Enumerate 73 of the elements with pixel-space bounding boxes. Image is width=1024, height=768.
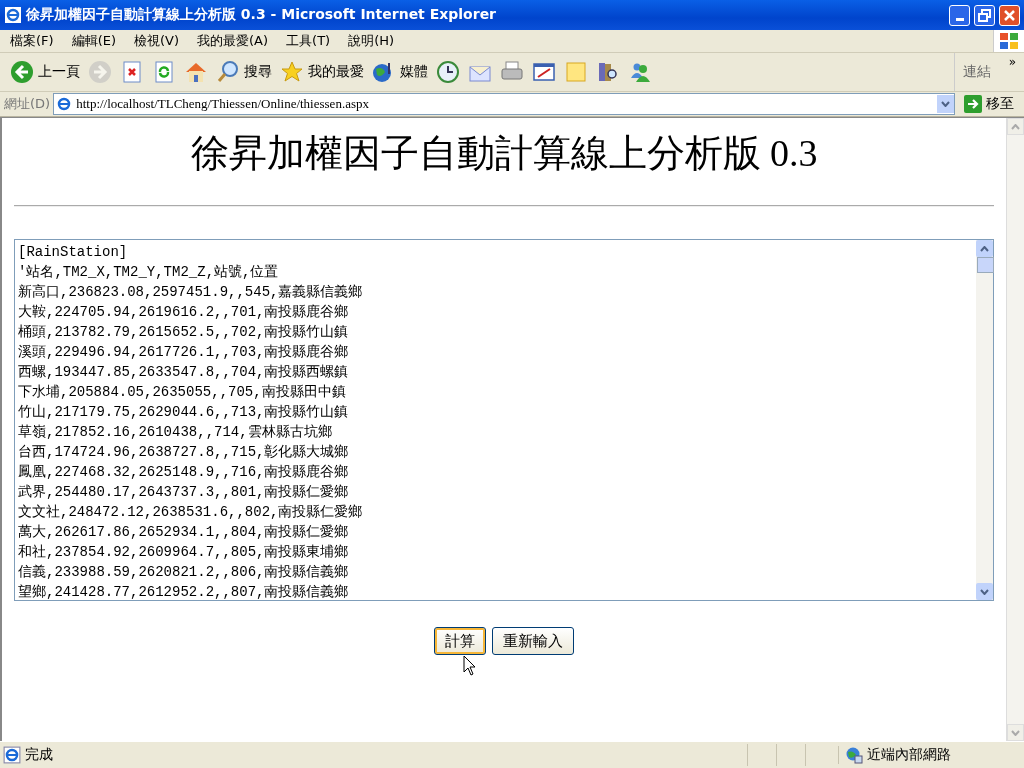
- home-icon: [184, 60, 208, 84]
- go-button[interactable]: 移至: [958, 95, 1020, 113]
- form-button[interactable]: 計算: [434, 627, 486, 655]
- mouse-pointer-icon: [463, 655, 477, 677]
- close-button[interactable]: [999, 4, 1020, 26]
- network-globe-icon: [845, 746, 863, 764]
- close-icon: [1003, 8, 1016, 22]
- browser-logo-icon: [4, 6, 22, 24]
- scroll-up-button[interactable]: [976, 240, 993, 257]
- minimize-button[interactable]: [949, 4, 970, 26]
- menu-item[interactable]: 說明(H): [342, 32, 401, 50]
- text-line: 新高口,236823.08,2597451.9,,545,嘉義縣信義鄉: [18, 283, 364, 302]
- arrow-icon: [964, 95, 982, 113]
- menu-item[interactable]: 編輯(E): [65, 32, 122, 50]
- text-line: 望鄉,241428.77,2612952.2,,807,南投縣信義鄉: [18, 583, 350, 600]
- text-line: '站名,TM2_X,TM2_Y,TM2_Z,站號,位置: [18, 263, 280, 282]
- text-line: 下水埔,205884.05,2635055,,705,南投縣田中鎮: [18, 383, 347, 402]
- chevron-down-icon: [941, 101, 950, 107]
- address-field[interactable]: http://localhost/TLCheng/Thiessen/Online/thiessen.aspx: [53, 93, 955, 115]
- text-line: 竹山,217179.75,2629044.6,,713,南投縣竹山鎮: [18, 403, 350, 422]
- text-line: 和社,237854.92,2609964.7,,805,南投縣東埔鄉: [18, 543, 350, 562]
- menu-item[interactable]: 工具(T): [280, 32, 337, 50]
- chevron-up-icon: [1011, 123, 1020, 130]
- favorites-icon: [280, 60, 304, 84]
- links-label[interactable]: 連結: [962, 63, 991, 81]
- note-icon: [564, 60, 588, 84]
- media-button[interactable]: 媒體: [368, 58, 432, 86]
- restore-icon: [978, 8, 991, 22]
- text-line: 西螺,193447.85,2633547.8,,704,南投縣西螺鎮: [18, 363, 350, 382]
- page-heading: 徐昇加權因子自動計算線上分析版 0.3: [189, 131, 819, 176]
- menu-item[interactable]: 檢視(V): [128, 32, 186, 50]
- chevron-button[interactable]: »: [1008, 55, 1016, 69]
- back-button[interactable]: 上一頁: [6, 58, 84, 86]
- window-title: 徐昇加權因子自動計算線上分析版 0.3 - Microsoft Internet Explorer: [26, 6, 498, 24]
- chevron-up-icon: [980, 245, 989, 252]
- chevron-down-icon: [980, 588, 989, 595]
- text-line: 桶頭,213782.79,2615652.5,,702,南投縣竹山鎮: [18, 323, 350, 342]
- forward-icon: [88, 60, 112, 84]
- refresh-icon: [152, 60, 176, 84]
- page-icon: [56, 96, 73, 112]
- text-line: 草嶺,217852.16,2610438,,714,雲林縣古坑鄉: [18, 423, 333, 442]
- menu-item[interactable]: 我的最愛(A): [191, 32, 275, 50]
- history-icon: [436, 60, 460, 84]
- zone-text: 近端內部網路: [867, 746, 951, 764]
- stop-icon: [120, 60, 144, 84]
- text-line: 萬大,262617.86,2652934.1,,804,南投縣仁愛鄉: [18, 523, 350, 542]
- form-button[interactable]: 重新輸入: [492, 627, 574, 655]
- search-icon: [216, 60, 240, 84]
- text-line: 溪頭,229496.94,2617726.1,,703,南投縣鹿谷鄉: [18, 343, 350, 362]
- minimize-icon: [955, 18, 964, 21]
- text-line: 大鞍,224705.94,2619616.2,,701,南投縣鹿谷鄉: [18, 303, 350, 322]
- edit-icon: [532, 60, 556, 84]
- text-line: 文文社,248472.12,2638531.6,,802,南投縣仁愛鄉: [18, 503, 364, 522]
- address-label: 網址(D): [4, 95, 51, 113]
- research-icon: [596, 60, 620, 84]
- favorites-button[interactable]: 我的最愛: [276, 58, 368, 86]
- menu-item[interactable]: 檔案(F): [4, 32, 60, 50]
- back-icon: [10, 60, 34, 84]
- text-line: 武界,254480.17,2643737.3,,801,南投縣仁愛鄉: [18, 483, 350, 502]
- restore-button[interactable]: [974, 4, 995, 26]
- text-line: [RainStation]: [18, 243, 129, 262]
- scrollbar-thumb[interactable]: [977, 257, 994, 273]
- text-line: 信義,233988.59,2620821.2,,806,南投縣信義鄉: [18, 563, 350, 582]
- chevron-down-icon: [1011, 729, 1020, 736]
- dropdown-button[interactable]: [937, 95, 954, 113]
- status-text: 完成: [25, 746, 54, 764]
- page-icon: [3, 746, 21, 764]
- scroll-down-button[interactable]: [976, 583, 993, 600]
- flag-logo-icon: [999, 32, 1019, 50]
- text-line: 台西,174724.96,2638727.8,,715,彰化縣大城鄉: [18, 443, 350, 462]
- search-button[interactable]: 搜尋: [212, 58, 276, 86]
- text-area-field[interactable]: [14, 239, 994, 601]
- text-line: 鳳凰,227468.32,2625148.9,,716,南投縣鹿谷鄉: [18, 463, 350, 482]
